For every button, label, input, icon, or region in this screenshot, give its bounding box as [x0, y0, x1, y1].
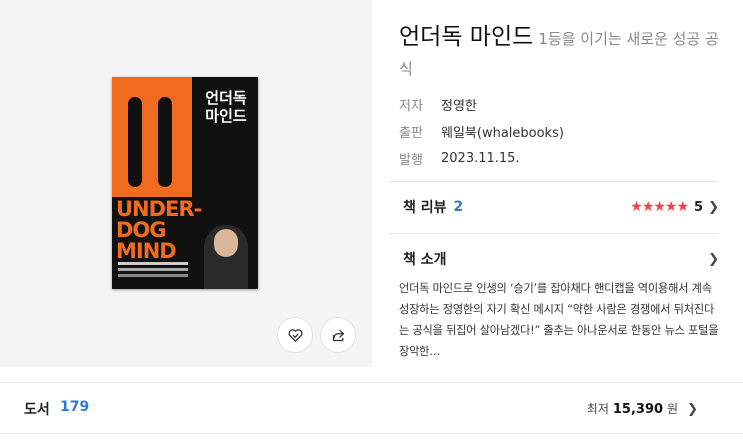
chevron-right-icon: ❯: [687, 402, 698, 417]
share-button[interactable]: [320, 317, 356, 353]
meta-key: 발행: [399, 153, 423, 168]
cover-stripe: [158, 97, 172, 187]
book-title-block: 언더독 마인드 1등을 이기는 새로운 성공 공식: [399, 22, 719, 84]
meta-value[interactable]: 정영한: [441, 95, 477, 114]
cover-under-text: UNDER- DOG MIND: [116, 197, 202, 263]
heart-check-icon: [288, 328, 302, 342]
cover-small-text: [118, 262, 188, 265]
book-cover[interactable]: 언더독 마인드 UNDER- DOG MIND: [112, 77, 258, 289]
intro-label: 책 소개: [403, 252, 447, 268]
meta-key: 저자: [399, 99, 423, 114]
meta-publisher: 출판 웨일북(whalebooks): [399, 118, 564, 145]
store-label: 도서: [24, 402, 50, 418]
store-bar[interactable]: 도서 179 최저 15,390 원 ❯: [0, 382, 743, 434]
meta-date: 발행 2023.11.15.: [399, 145, 564, 172]
meta-value: 2023.11.15.: [441, 151, 520, 166]
divider: [389, 181, 718, 182]
price-unit: 원: [667, 402, 679, 416]
review-score: 5: [694, 199, 704, 215]
book-meta: 저자 정영한 출판 웨일북(whalebooks) 발행 2023.11.15.: [399, 91, 564, 172]
book-title: 언더독 마인드: [399, 24, 534, 50]
chevron-right-icon: ❯: [708, 251, 719, 267]
review-label: 책 리뷰: [403, 200, 447, 216]
meta-value[interactable]: 웨일북(whalebooks): [441, 122, 564, 141]
store-count: 179: [60, 399, 90, 415]
wishlist-button[interactable]: [277, 317, 313, 353]
cover-title: 언더독 마인드: [205, 89, 247, 125]
price-value: 15,390: [612, 402, 664, 417]
cover-face: [214, 229, 238, 257]
lowest-price[interactable]: 최저 15,390 원 ❯: [587, 400, 698, 417]
intro-text: 언더독 마인드로 인생의 ‘승기’를 잡아채다 핸디캡을 역이용해서 계속 성장…: [399, 282, 719, 358]
chevron-right-icon: ❯: [708, 199, 719, 215]
cover-orange-shape: [112, 77, 192, 197]
divider: [389, 233, 718, 234]
price-prefix: 최저: [586, 402, 609, 416]
share-icon: [332, 329, 344, 341]
cover-stripe: [128, 97, 142, 187]
review-row[interactable]: 책 리뷰 2 ★★★★★ 5 ❯: [403, 196, 719, 218]
meta-key: 출판: [399, 126, 423, 141]
book-image-panel: 언더독 마인드 UNDER- DOG MIND: [0, 0, 372, 367]
review-count: 2: [453, 199, 464, 215]
intro-header[interactable]: 책 소개 ❯: [403, 248, 719, 270]
meta-author: 저자 정영한: [399, 91, 564, 118]
star-rating: ★★★★★: [630, 199, 689, 215]
